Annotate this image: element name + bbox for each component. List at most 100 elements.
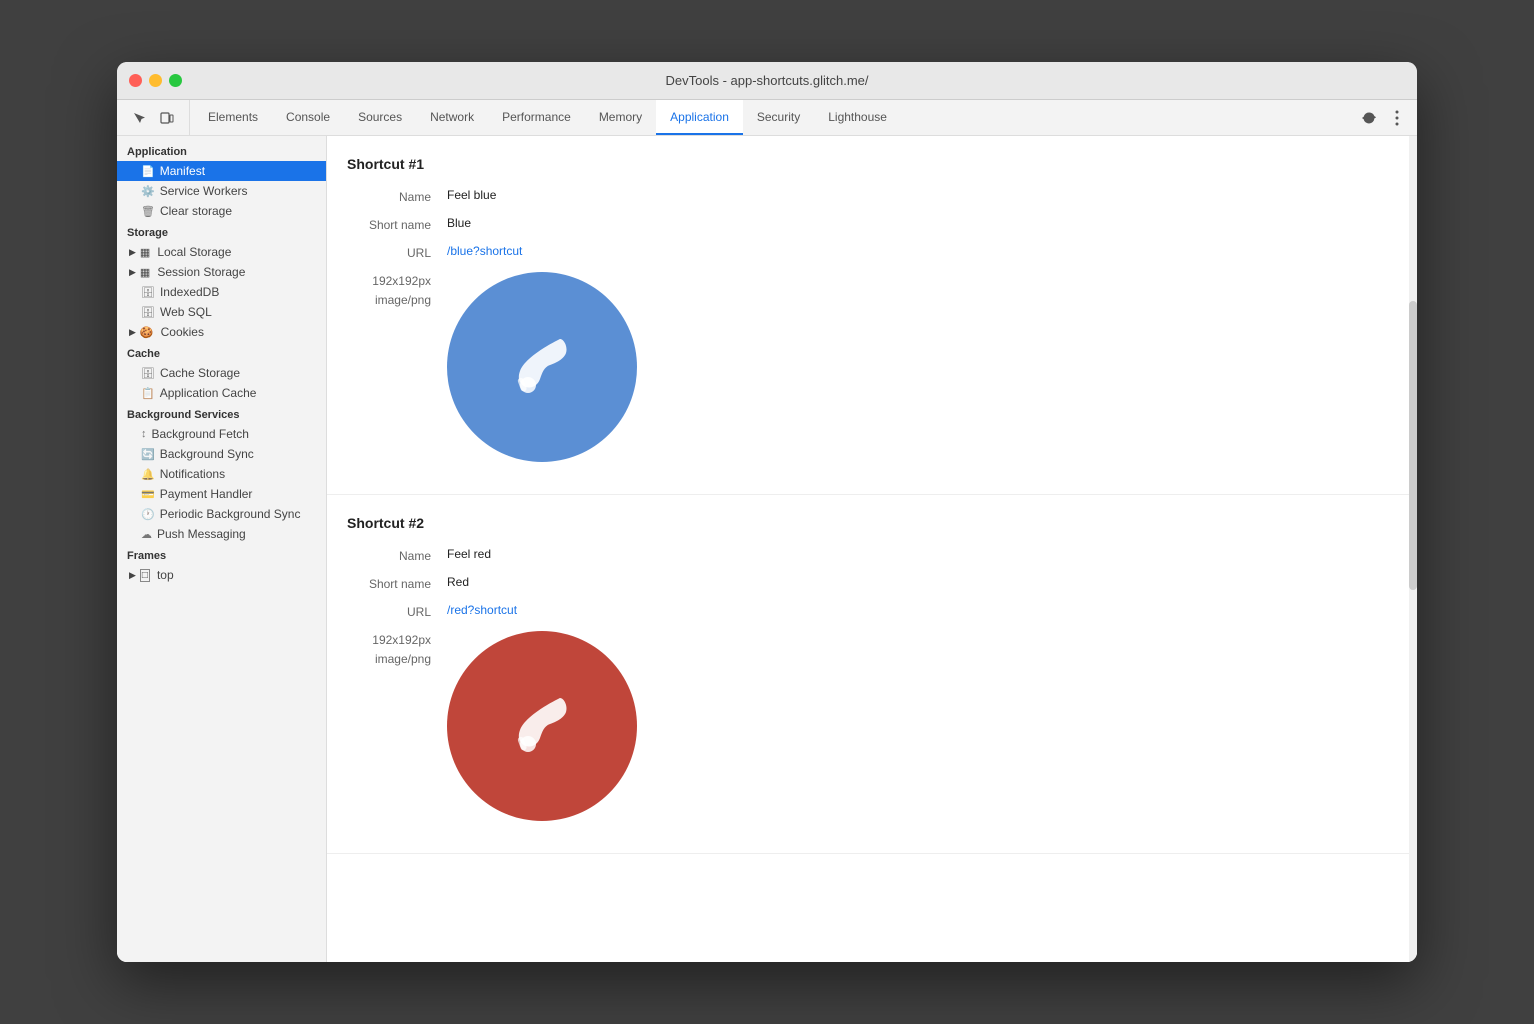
scrollbar-thumb[interactable] [1409, 301, 1417, 590]
titlebar: DevTools - app-shortcuts.glitch.me/ [117, 62, 1417, 100]
sidebar-item-indexeddb[interactable]: 🗄 IndexedDB [117, 282, 326, 302]
tab-lighthouse[interactable]: Lighthouse [814, 100, 901, 135]
tab-elements[interactable]: Elements [194, 100, 272, 135]
sidebar-item-web-sql[interactable]: 🗄 Web SQL [117, 302, 326, 322]
shortcut-1-image-meta: 192x192px image/png [347, 272, 447, 310]
periodic-sync-icon: 🕐 [141, 508, 155, 521]
sidebar-item-periodic-background-sync[interactable]: 🕐 Periodic Background Sync [117, 504, 326, 524]
cookies-icon: 🍪 [140, 326, 154, 339]
cache-storage-icon: 🗄 [141, 367, 155, 380]
sidebar-item-cookies[interactable]: ▶ 🍪 Cookies [117, 322, 326, 342]
tab-sources[interactable]: Sources [344, 100, 416, 135]
main-area: Application 📄 Manifest ⚙️ Service Worker… [117, 136, 1417, 962]
shortcut-1-name-label: Name [347, 188, 447, 204]
local-storage-db-icon: ▦ [140, 246, 150, 259]
indexeddb-icon: 🗄 [141, 286, 155, 299]
notifications-icon: 🔔 [141, 468, 155, 481]
maximize-button[interactable] [169, 74, 182, 87]
sidebar-item-notifications[interactable]: 🔔 Notifications [117, 464, 326, 484]
sidebar-item-session-storage[interactable]: ▶ ▦ Session Storage [117, 262, 326, 282]
shortcut-1-image-type: image/png [347, 291, 431, 310]
tab-network[interactable]: Network [416, 100, 488, 135]
sidebar-section-cache: Cache [117, 342, 326, 363]
clear-storage-icon: 🗑 [141, 205, 155, 218]
sidebar-item-push-messaging[interactable]: ☁ Push Messaging [117, 524, 326, 544]
shortcut-1-shortname-label: Short name [347, 216, 447, 232]
shortcut-1-image [447, 272, 637, 462]
scrollbar-track [1409, 136, 1417, 962]
tab-security[interactable]: Security [743, 100, 814, 135]
window-title: DevTools - app-shortcuts.glitch.me/ [665, 73, 868, 88]
expand-local-storage-icon: ▶ [129, 247, 136, 258]
expand-cookies-icon: ▶ [129, 327, 136, 338]
tab-bar: Elements Console Sources Network Perform… [117, 100, 1417, 136]
sidebar-item-top[interactable]: ▶ □ top [117, 565, 326, 585]
service-workers-icon: ⚙️ [141, 185, 155, 198]
cursor-icon[interactable] [127, 106, 151, 130]
shortcut-2-title: Shortcut #2 [347, 515, 1387, 531]
shortcut-2-image-block: 192x192px image/png [347, 631, 1387, 821]
shortcut-2-url-link[interactable]: /red?shortcut [447, 603, 517, 617]
shortcut-1-title: Shortcut #1 [347, 156, 1387, 172]
tab-performance[interactable]: Performance [488, 100, 585, 135]
more-options-icon[interactable] [1385, 106, 1409, 130]
sidebar-item-application-cache[interactable]: 📋 Application Cache [117, 383, 326, 403]
shortcut-2-url-row: URL /red?shortcut [347, 603, 1387, 619]
push-messaging-icon: ☁ [141, 528, 152, 541]
tab-memory[interactable]: Memory [585, 100, 656, 135]
shortcut-2-name-label: Name [347, 547, 447, 563]
shortcut-1-image-block: 192x192px image/png [347, 272, 1387, 462]
content-area: Shortcut #1 Name Feel blue Short name Bl… [327, 136, 1417, 962]
sidebar-section-application: Application [117, 140, 326, 161]
shortcut-1-name-value: Feel blue [447, 188, 496, 202]
sidebar-item-local-storage[interactable]: ▶ ▦ Local Storage [117, 242, 326, 262]
device-icon[interactable] [155, 106, 179, 130]
expand-session-storage-icon: ▶ [129, 267, 136, 278]
settings-icon[interactable] [1357, 106, 1381, 130]
web-sql-icon: 🗄 [141, 306, 155, 319]
background-sync-icon: 🔄 [141, 448, 155, 461]
shortcut-1-url-label: URL [347, 244, 447, 260]
application-cache-icon: 📋 [141, 387, 155, 400]
shortcut-2-image-type: image/png [347, 650, 431, 669]
shortcut-2-image-size: 192x192px [347, 631, 431, 650]
tab-bar-right [1357, 100, 1417, 135]
sidebar-item-cache-storage[interactable]: 🗄 Cache Storage [117, 363, 326, 383]
devtools-panel: Elements Console Sources Network Perform… [117, 100, 1417, 962]
sidebar-item-background-fetch[interactable]: ↕ Background Fetch [117, 424, 326, 444]
sidebar-item-manifest[interactable]: 📄 Manifest [117, 161, 326, 181]
close-button[interactable] [129, 74, 142, 87]
sidebar-section-frames: Frames [117, 544, 326, 565]
manifest-icon: 📄 [141, 165, 155, 178]
shortcut-2-image-meta: 192x192px image/png [347, 631, 447, 669]
shortcut-1-url-row: URL /blue?shortcut [347, 244, 1387, 260]
shortcut-1-name-row: Name Feel blue [347, 188, 1387, 204]
payment-handler-icon: 💳 [141, 488, 155, 501]
shortcut-1-url-link[interactable]: /blue?shortcut [447, 244, 522, 258]
shortcut-2-shortname-value: Red [447, 575, 469, 589]
shortcut-1-section: Shortcut #1 Name Feel blue Short name Bl… [327, 136, 1417, 495]
background-fetch-icon: ↕ [141, 428, 147, 440]
tab-application[interactable]: Application [656, 100, 743, 135]
shortcut-2-name-value: Feel red [447, 547, 491, 561]
shortcut-2-image [447, 631, 637, 821]
devtools-window: DevTools - app-shortcuts.glitch.me/ [117, 62, 1417, 962]
sidebar-item-payment-handler[interactable]: 💳 Payment Handler [117, 484, 326, 504]
shortcut-1-shortname-row: Short name Blue [347, 216, 1387, 232]
shortcut-2-url-label: URL [347, 603, 447, 619]
shortcut-1-shortname-value: Blue [447, 216, 471, 230]
session-storage-db-icon: ▦ [140, 266, 150, 279]
shortcut-2-section: Shortcut #2 Name Feel red Short name Red… [327, 495, 1417, 854]
sidebar-item-clear-storage[interactable]: 🗑 Clear storage [117, 201, 326, 221]
sidebar-section-background-services: Background Services [117, 403, 326, 424]
shortcut-2-shortname-row: Short name Red [347, 575, 1387, 591]
sidebar-section-storage: Storage [117, 221, 326, 242]
tab-console[interactable]: Console [272, 100, 344, 135]
traffic-lights [129, 74, 182, 87]
minimize-button[interactable] [149, 74, 162, 87]
sidebar-item-service-workers[interactable]: ⚙️ Service Workers [117, 181, 326, 201]
expand-top-icon: ▶ [129, 570, 136, 581]
sidebar-item-background-sync[interactable]: 🔄 Background Sync [117, 444, 326, 464]
frame-icon: □ [140, 569, 150, 582]
shortcut-2-name-row: Name Feel red [347, 547, 1387, 563]
